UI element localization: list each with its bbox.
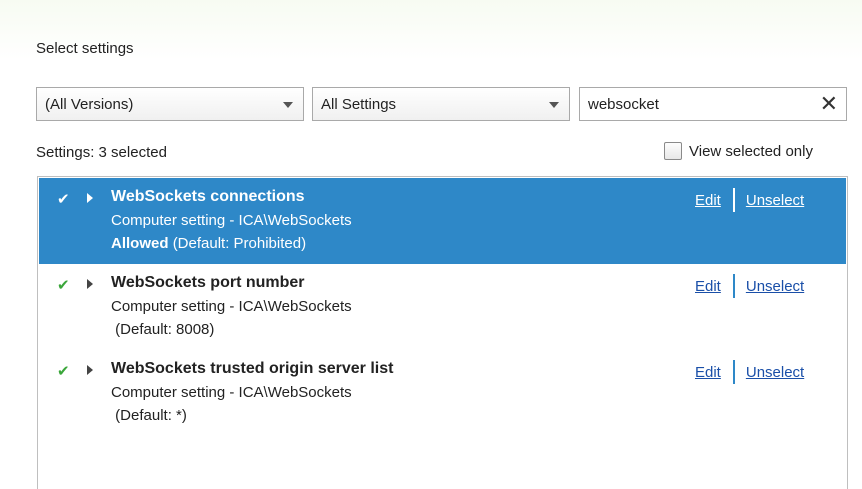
unselect-link[interactable]: Unselect [746, 278, 804, 295]
row-actions: Edit Unselect [695, 188, 804, 212]
check-icon: ✔ [57, 362, 70, 380]
expand-arrow-icon[interactable] [87, 193, 93, 203]
check-icon: ✔ [57, 190, 70, 208]
expand-arrow-icon[interactable] [87, 279, 93, 289]
setting-default: (Default: *) [115, 407, 187, 424]
expand-arrow-icon[interactable] [87, 365, 93, 375]
check-icon: ✔ [57, 276, 70, 294]
settings-dropdown-value: All Settings [321, 95, 397, 113]
version-dropdown[interactable]: (All Versions) [36, 87, 304, 121]
setting-row[interactable]: ✔ WebSockets port number Computer settin… [39, 264, 846, 350]
chevron-down-icon [549, 102, 559, 108]
divider [732, 360, 735, 384]
setting-path: Computer setting - ICA\WebSockets [111, 298, 352, 315]
setting-default: (Default: Prohibited) [172, 235, 307, 252]
setting-value-line: Allowed (Default: Prohibited) [111, 235, 306, 252]
version-dropdown-value: (All Versions) [45, 95, 134, 113]
divider [732, 274, 735, 298]
view-selected-only-toggle[interactable]: View selected only [664, 142, 813, 160]
settings-dropdown[interactable]: All Settings [312, 87, 570, 121]
setting-name: WebSockets port number [111, 274, 305, 291]
divider [732, 188, 735, 212]
edit-link[interactable]: Edit [695, 278, 721, 295]
chevron-down-icon [283, 102, 293, 108]
setting-value-line: (Default: 8008) [111, 321, 214, 338]
edit-link[interactable]: Edit [695, 364, 721, 381]
search-input-value: websocket [588, 95, 659, 113]
settings-selected-count: Settings: 3 selected [36, 144, 167, 161]
row-actions: Edit Unselect [695, 274, 804, 298]
setting-value-line: (Default: *) [111, 407, 187, 424]
settings-label: Settings: [36, 144, 95, 161]
setting-name: WebSockets trusted origin server list [111, 360, 394, 377]
setting-name: WebSockets connections [111, 188, 305, 205]
select-settings-panel: Select settings (All Versions) All Setti… [0, 0, 862, 489]
view-selected-only-checkbox[interactable] [664, 142, 682, 160]
edit-link[interactable]: Edit [695, 192, 721, 209]
unselect-link[interactable]: Unselect [746, 364, 804, 381]
setting-row[interactable]: ✔ WebSockets connections Computer settin… [39, 178, 846, 264]
row-actions: Edit Unselect [695, 360, 804, 384]
setting-path: Computer setting - ICA\WebSockets [111, 384, 352, 401]
page-title: Select settings [36, 40, 134, 57]
setting-row[interactable]: ✔ WebSockets trusted origin server list … [39, 350, 846, 436]
setting-value: Allowed [111, 235, 169, 252]
selected-count: 3 selected [98, 144, 167, 161]
setting-path: Computer setting - ICA\WebSockets [111, 212, 352, 229]
setting-default: (Default: 8008) [115, 321, 215, 338]
view-selected-only-label: View selected only [689, 142, 813, 160]
settings-list: ✔ WebSockets connections Computer settin… [37, 176, 848, 489]
close-icon[interactable]: ✕ [820, 92, 838, 117]
search-input[interactable]: websocket ✕ [579, 87, 847, 121]
unselect-link[interactable]: Unselect [746, 192, 804, 209]
